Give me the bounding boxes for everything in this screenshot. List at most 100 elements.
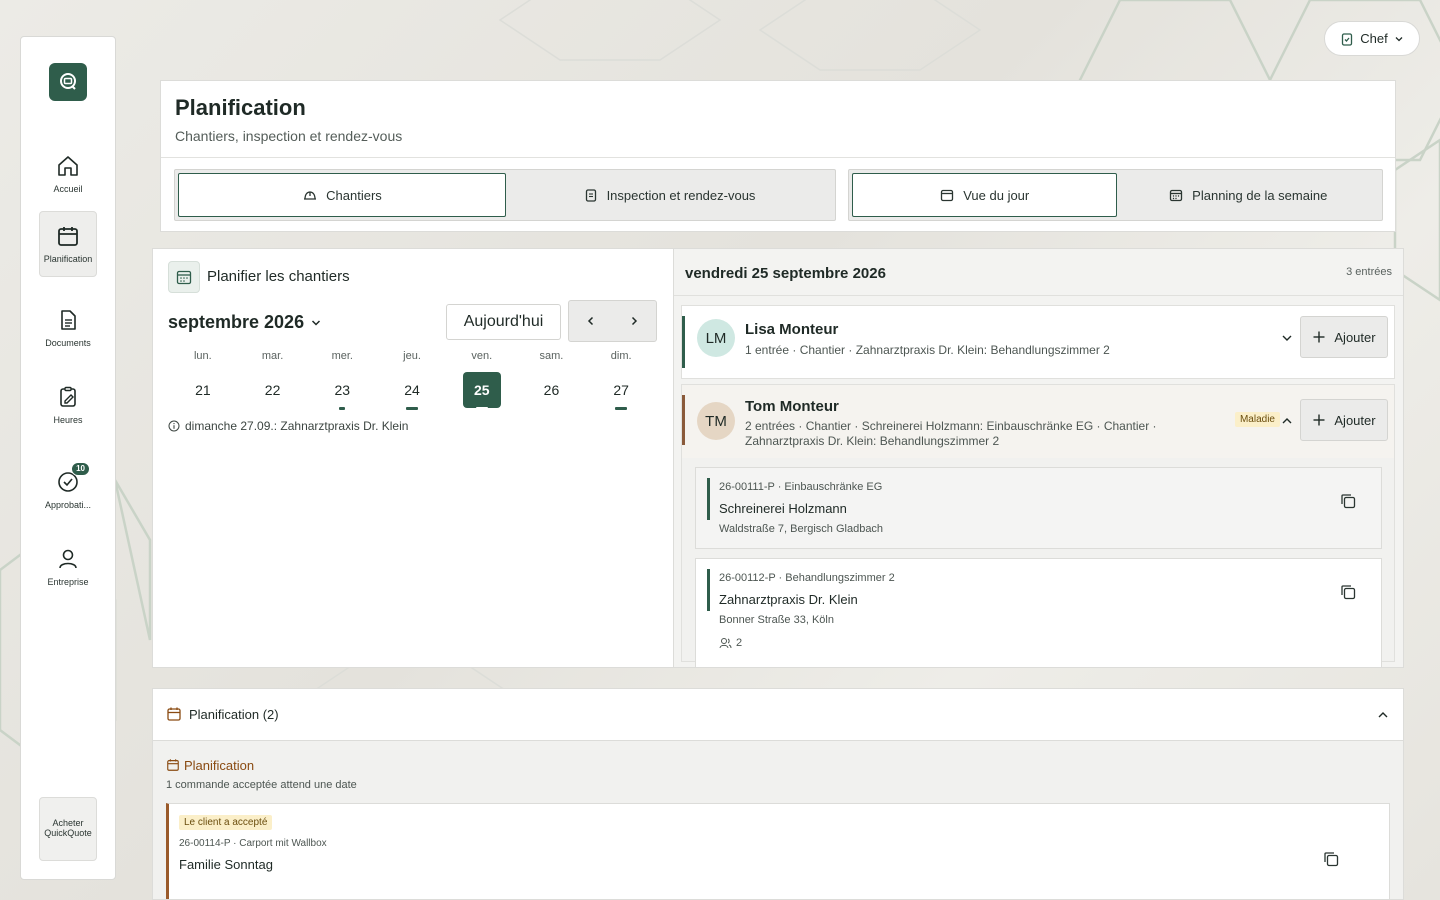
tab-day-view[interactable]: Vue du jour bbox=[852, 173, 1117, 217]
approvals-icon-wrap: 10 bbox=[56, 462, 90, 494]
sidebar-item-accueil[interactable]: Accueil bbox=[39, 141, 97, 207]
sidebar-item-label: Heures bbox=[53, 415, 83, 425]
order-card[interactable]: Le client a accepté 26-00114-P · Carport… bbox=[166, 803, 1390, 899]
chevron-up-icon bbox=[1378, 712, 1388, 718]
day-number: 22 bbox=[264, 382, 281, 398]
add-label: Ajouter bbox=[1334, 412, 1376, 428]
copy-button[interactable] bbox=[1322, 850, 1340, 873]
avatar: TM bbox=[697, 402, 735, 440]
status-badge: Le client a accepté bbox=[179, 815, 273, 830]
weekday-label: mar. bbox=[261, 350, 284, 362]
sidebar: Accueil Planification Documents Heures 1… bbox=[20, 36, 116, 880]
day-view-pane: vendredi 25 septembre 2026 3 entrées LM … bbox=[673, 249, 1403, 667]
planning-type-switch: Chantiers Inspection et rendez-vous bbox=[174, 169, 836, 221]
sidebar-item-approbations[interactable]: 10 Approbati... bbox=[39, 457, 97, 523]
avatar: LM bbox=[697, 319, 735, 357]
logo-icon bbox=[60, 73, 76, 90]
role-selector[interactable]: Chef bbox=[1324, 21, 1420, 56]
page-title: Planification bbox=[175, 95, 306, 120]
expand-button[interactable] bbox=[1280, 331, 1294, 350]
document-icon bbox=[61, 310, 76, 330]
add-entry-button[interactable]: Ajouter bbox=[1300, 316, 1388, 358]
view-mode-switch: Vue du jour Planning de la semaine bbox=[848, 169, 1383, 221]
job-entry[interactable]: 26-00112-P · Behandlungszimmer 2 Zahnarz… bbox=[695, 558, 1382, 667]
people-count: 2 bbox=[736, 637, 743, 649]
day-marker bbox=[339, 407, 346, 410]
chevron-down-icon bbox=[312, 319, 321, 326]
order-meta: 26-00114-P · Carport mit Wallbox bbox=[179, 838, 327, 849]
job-entry[interactable]: 26-00111-P · Einbauschränke EG Schreiner… bbox=[695, 467, 1382, 549]
backlog-title: Planification (2) bbox=[189, 707, 279, 722]
day-marker bbox=[406, 407, 419, 410]
calendar-day[interactable]: 24 bbox=[377, 372, 447, 416]
person-summary-line2: Zahnarztpraxis Dr. Klein: Behandlungszim… bbox=[745, 434, 1000, 448]
backlog-header[interactable]: Planification (2) bbox=[153, 689, 1403, 741]
weekday-label: ven. bbox=[471, 350, 493, 362]
entry-address: Waldstraße 7, Bergisch Gladbach bbox=[719, 523, 884, 535]
calendar-pane: Planifier les chantiers septembre 2026 A… bbox=[153, 249, 673, 667]
role-label: Chef bbox=[1360, 31, 1388, 46]
tab-label: Planning de la semaine bbox=[1192, 187, 1328, 203]
entry-address: Bonner Straße 33, Köln bbox=[719, 614, 834, 626]
tab-label: Chantiers bbox=[326, 187, 382, 203]
calendar-day[interactable]: 27 bbox=[586, 372, 656, 416]
calendar-day-selected[interactable]: 25 bbox=[447, 372, 517, 416]
app-logo[interactable] bbox=[49, 63, 87, 101]
calendar-icon bbox=[167, 759, 179, 771]
person-name: Lisa Monteur bbox=[745, 321, 839, 338]
buy-quickquote-button[interactable]: Acheter QuickQuote bbox=[39, 797, 97, 861]
person-summary: 1 entrée · Chantier · Zahnarztpraxis Dr.… bbox=[745, 343, 1110, 357]
person-name: Tom Monteur bbox=[745, 398, 839, 415]
calendar-day[interactable]: 23 bbox=[307, 372, 377, 416]
users-icon bbox=[719, 638, 732, 649]
day-number: 23 bbox=[334, 382, 351, 398]
status-badge: Maladie bbox=[1234, 412, 1280, 427]
week-days: 21 22 23 24 25 26 27 bbox=[168, 372, 656, 416]
tab-week-view[interactable]: Planning de la semaine bbox=[1117, 173, 1380, 217]
sidebar-item-planification[interactable]: Planification bbox=[39, 211, 97, 277]
next-week-button[interactable] bbox=[613, 301, 657, 341]
tab-inspection[interactable]: Inspection et rendez-vous bbox=[506, 173, 832, 217]
approvals-badge: 10 bbox=[71, 462, 90, 476]
entry-meta: 26-00112-P · Behandlungszimmer 2 bbox=[719, 572, 895, 584]
sidebar-item-label: Entreprise bbox=[47, 577, 89, 587]
copy-button[interactable] bbox=[1339, 492, 1357, 515]
calendar-day[interactable]: 22 bbox=[238, 372, 308, 416]
calendar-title: Planifier les chantiers bbox=[207, 268, 350, 285]
month-selector[interactable]: septembre 2026 bbox=[168, 312, 322, 333]
person-row: TM Tom Monteur 2 entrées · Chantier · Sc… bbox=[681, 384, 1395, 667]
weekday-label: mer. bbox=[331, 350, 353, 362]
backlog-subtitle: Planification bbox=[184, 758, 255, 773]
calendar-badge bbox=[168, 261, 200, 293]
calendar-note: dimanche 27.09.: Zahnarztpraxis Dr. Klei… bbox=[168, 419, 408, 433]
day-view-date: vendredi 25 septembre 2026 bbox=[685, 265, 886, 282]
calendar-day[interactable]: 21 bbox=[168, 372, 238, 416]
divider bbox=[161, 157, 1395, 158]
collapse-button[interactable] bbox=[1280, 414, 1294, 433]
sidebar-item-entreprise[interactable]: Entreprise bbox=[39, 534, 97, 600]
person-summary-line1: 2 entrées · Chantier · Schreinerei Holzm… bbox=[745, 419, 1157, 433]
clipboard-check-icon bbox=[1342, 32, 1353, 46]
calendar-day[interactable]: 26 bbox=[517, 372, 587, 416]
add-entry-button[interactable]: Ajouter bbox=[1300, 399, 1388, 441]
chevron-down-icon bbox=[1282, 335, 1292, 341]
sidebar-item-documents[interactable]: Documents bbox=[39, 295, 97, 361]
chevron-right-icon bbox=[632, 316, 638, 326]
week-navigation bbox=[568, 300, 657, 342]
copy-button[interactable] bbox=[1339, 583, 1357, 606]
entry-title: Schreinerei Holzmann bbox=[719, 501, 847, 516]
day-marker bbox=[475, 407, 488, 410]
hard-hat-icon bbox=[304, 191, 317, 200]
page-header: Planification Chantiers, inspection et r… bbox=[160, 80, 1396, 232]
clipboard-icon bbox=[585, 189, 596, 202]
person-accent bbox=[682, 316, 685, 368]
sidebar-item-heures[interactable]: Heures bbox=[39, 372, 97, 438]
entry-accent bbox=[707, 478, 710, 520]
planner-card: Planifier les chantiers septembre 2026 A… bbox=[152, 248, 1404, 668]
calendar-icon bbox=[167, 707, 181, 721]
weekday-label: jeu. bbox=[403, 350, 421, 362]
calendar-icon bbox=[58, 227, 78, 246]
today-button[interactable]: Aujourd'hui bbox=[446, 304, 561, 340]
prev-week-button[interactable] bbox=[569, 301, 613, 341]
tab-chantiers[interactable]: Chantiers bbox=[178, 173, 506, 217]
